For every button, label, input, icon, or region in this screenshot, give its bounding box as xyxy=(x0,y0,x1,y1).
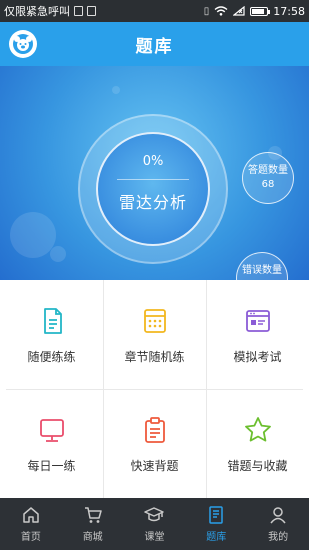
answered-count-badge[interactable]: 答题数量 68 xyxy=(242,152,294,204)
answered-value: 68 xyxy=(261,179,275,190)
decor-bubble xyxy=(50,246,66,262)
grid-item-random-practice[interactable]: 随便练练 xyxy=(0,280,103,389)
status-bar: 仅限紧急呼叫 ▯ 17:58 xyxy=(0,0,309,22)
image-notification-icon xyxy=(87,6,96,16)
clock-text: 17:58 xyxy=(273,4,305,18)
wifi-icon xyxy=(214,6,228,16)
nav-item-mine[interactable]: 我的 xyxy=(247,498,309,550)
grid-item-label: 每日一练 xyxy=(27,459,76,473)
decor-bubble xyxy=(112,86,120,94)
grid-item-label: 章节随机练 xyxy=(124,350,185,364)
nav-item-shop[interactable]: 商城 xyxy=(62,498,124,550)
home-icon xyxy=(23,507,39,523)
divider xyxy=(117,178,189,180)
monitor-icon xyxy=(39,419,64,442)
grid-item-chapter-practice[interactable]: 章节随机练 xyxy=(103,280,206,389)
grid-item-daily-practice[interactable]: 每日一练 xyxy=(0,389,103,498)
no-signal-icon xyxy=(233,6,245,16)
decor-bubble xyxy=(10,212,56,258)
radar-analysis-button[interactable]: 0% 雷达分析 xyxy=(96,132,210,246)
grid-item-label: 模拟考试 xyxy=(233,350,282,364)
grid-item-quick-memorize[interactable]: 快速背题 xyxy=(103,389,206,498)
clipboard-icon xyxy=(144,417,165,443)
calculator-icon xyxy=(143,309,166,333)
nav-item-question-bank[interactable]: 题库 xyxy=(185,498,247,550)
document-icon xyxy=(43,308,62,334)
nav-label: 题库 xyxy=(206,532,227,543)
grid-item-mistakes-favorites[interactable]: 错题与收藏 xyxy=(206,389,309,498)
grid-item-label: 错题与收藏 xyxy=(227,459,288,473)
wrong-label: 错误数量 xyxy=(242,265,282,276)
grid-item-label: 快速背题 xyxy=(130,459,179,473)
person-icon xyxy=(270,507,286,524)
nav-item-classroom[interactable]: 课堂 xyxy=(124,498,186,550)
browser-window-icon xyxy=(245,310,270,332)
star-icon xyxy=(244,417,271,442)
nav-label: 商城 xyxy=(82,532,103,543)
battery-icon xyxy=(250,6,271,16)
carrier-text: 仅限紧急呼叫 xyxy=(4,5,70,18)
wrong-count-badge[interactable]: 错误数量 27 xyxy=(236,252,288,280)
grid-item-label: 随便练练 xyxy=(27,350,76,364)
cart-icon xyxy=(84,507,102,523)
book-icon xyxy=(209,506,224,524)
nav-label: 首页 xyxy=(20,532,41,543)
bottom-nav: 首页 商城 课堂 题库 我的 xyxy=(0,498,309,550)
graduation-cap-icon xyxy=(144,507,165,522)
nav-label: 课堂 xyxy=(144,532,165,543)
answered-label: 答题数量 xyxy=(248,165,288,176)
page-title: 题库 xyxy=(135,36,174,57)
progress-percent: 0% xyxy=(142,153,164,169)
app-header: 题库 xyxy=(0,22,309,66)
sim-icon xyxy=(74,6,83,16)
nav-label: 我的 xyxy=(268,532,289,543)
radar-label: 雷达分析 xyxy=(118,192,187,212)
nav-item-home[interactable]: 首页 xyxy=(0,498,62,550)
grid-item-mock-exam[interactable]: 模拟考试 xyxy=(206,280,309,389)
vibrate-icon: ▯ xyxy=(203,5,210,17)
feature-grid: 随便练练 章节随机练 模拟考试 每日一练 快速背题 错题与收藏 xyxy=(0,280,309,498)
koala-logo-icon[interactable] xyxy=(9,30,37,58)
stats-hero: 0% 雷达分析 答题数量 68 错误数量 27 xyxy=(0,66,309,280)
